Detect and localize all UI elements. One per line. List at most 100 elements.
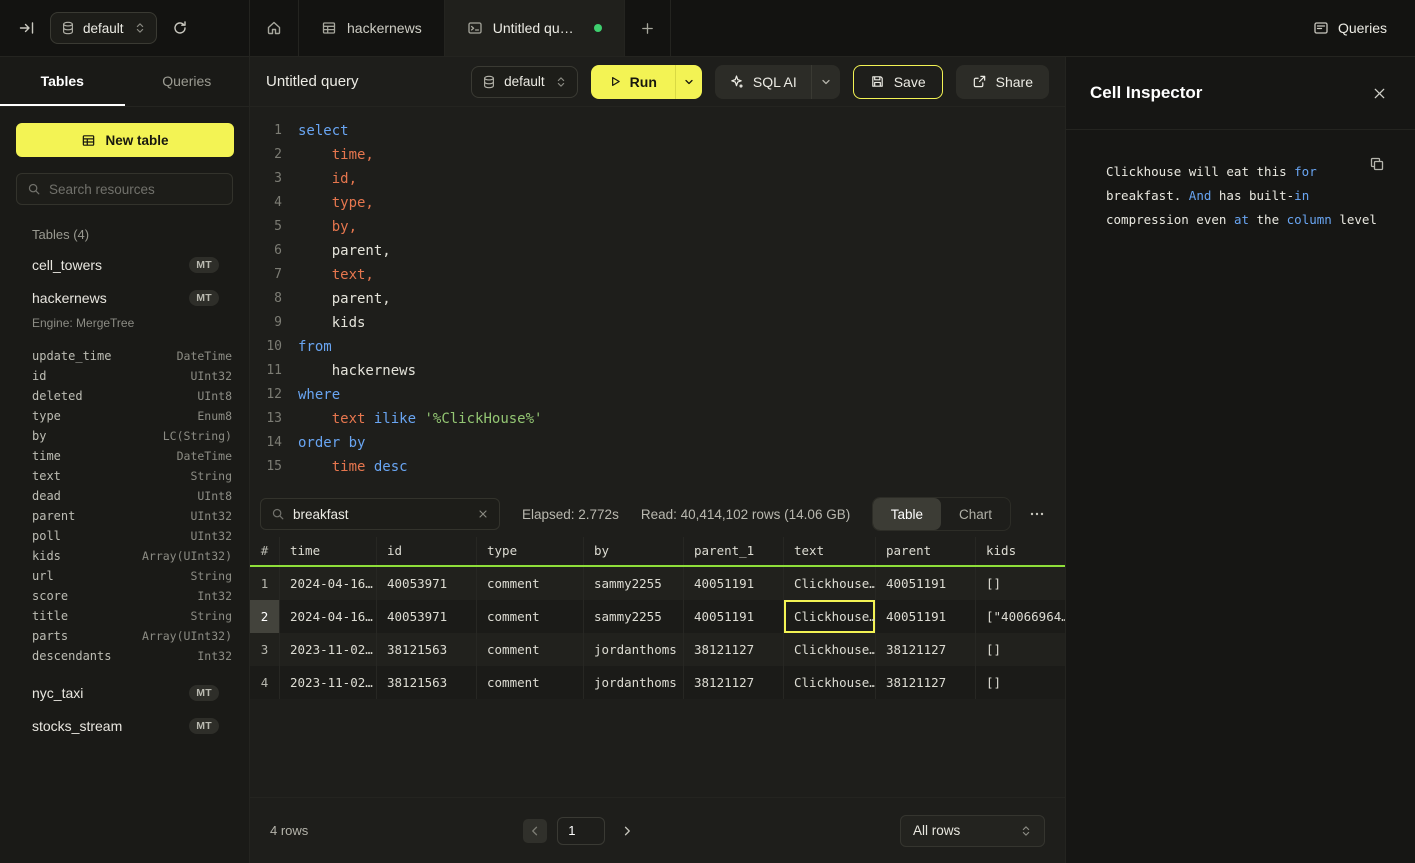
column-item[interactable]: pollUInt32 bbox=[0, 526, 249, 546]
close-inspector-button[interactable] bbox=[1365, 79, 1393, 107]
table-cell[interactable]: 2024-04-16… bbox=[280, 600, 377, 633]
run-options-button[interactable] bbox=[676, 65, 702, 99]
table-cell[interactable]: comment bbox=[477, 600, 584, 633]
sidebar-table-nyc-taxi[interactable]: nyc_taxi MT bbox=[0, 676, 249, 709]
column-item[interactable]: urlString bbox=[0, 566, 249, 586]
column-header[interactable]: parent bbox=[876, 537, 976, 565]
column-header[interactable]: kids bbox=[976, 537, 1065, 565]
column-item[interactable]: kidsArray(UInt32) bbox=[0, 546, 249, 566]
save-button[interactable]: Save bbox=[853, 65, 943, 99]
row-number[interactable]: 4 bbox=[250, 666, 280, 699]
table-cell[interactable]: 38121127 bbox=[684, 633, 784, 666]
table-cell[interactable]: 40051191 bbox=[684, 600, 784, 633]
share-button[interactable]: Share bbox=[956, 65, 1049, 99]
table-cell[interactable]: comment bbox=[477, 633, 584, 666]
refresh-button[interactable] bbox=[165, 13, 195, 43]
table-cell[interactable]: [] bbox=[976, 567, 1065, 600]
code-line[interactable]: 7 text, bbox=[258, 263, 1065, 287]
table-cell[interactable]: 40051191 bbox=[684, 567, 784, 600]
collapse-sidebar-button[interactable] bbox=[12, 13, 42, 43]
table-cell[interactable]: 40053971 bbox=[377, 567, 477, 600]
sidebar-tab-queries[interactable]: Queries bbox=[125, 57, 250, 106]
column-header[interactable]: # bbox=[250, 537, 280, 565]
page-size-selector[interactable]: All rows bbox=[900, 815, 1045, 847]
row-number[interactable]: 3 bbox=[250, 633, 280, 666]
table-cell[interactable]: 2023-11-02… bbox=[280, 633, 377, 666]
table-cell[interactable]: ["40066964… bbox=[976, 600, 1065, 633]
new-tab-button[interactable] bbox=[625, 0, 671, 56]
table-cell[interactable]: sammy2255 bbox=[584, 600, 684, 633]
table-row[interactable]: 42023-11-02…38121563commentjordanthoms38… bbox=[250, 666, 1065, 699]
table-cell[interactable]: jordanthoms bbox=[584, 666, 684, 699]
sidebar-table-hackernews[interactable]: hackernews MT bbox=[0, 281, 249, 314]
row-number[interactable]: 2 bbox=[250, 600, 280, 633]
tab-hackernews[interactable]: hackernews bbox=[299, 0, 445, 56]
column-header[interactable]: id bbox=[377, 537, 477, 565]
prev-page-button[interactable] bbox=[523, 819, 547, 843]
table-cell[interactable]: Clickhouse… bbox=[784, 567, 876, 600]
column-item[interactable]: titleString bbox=[0, 606, 249, 626]
table-cell[interactable]: 38121127 bbox=[684, 666, 784, 699]
table-cell[interactable]: comment bbox=[477, 666, 584, 699]
table-cell[interactable]: Clickhouse… bbox=[784, 600, 876, 633]
column-item[interactable]: scoreInt32 bbox=[0, 586, 249, 606]
run-button[interactable]: Run bbox=[591, 65, 676, 99]
code-line[interactable]: 1select bbox=[258, 119, 1065, 143]
new-table-button[interactable]: New table bbox=[16, 123, 234, 157]
table-cell[interactable]: [] bbox=[976, 633, 1065, 666]
query-database-selector[interactable]: default bbox=[471, 66, 578, 98]
table-cell[interactable]: 40051191 bbox=[876, 567, 976, 600]
table-cell[interactable]: 40051191 bbox=[876, 600, 976, 633]
code-line[interactable]: 9 kids bbox=[258, 311, 1065, 335]
column-header[interactable]: time bbox=[280, 537, 377, 565]
code-line[interactable]: 8 parent, bbox=[258, 287, 1065, 311]
column-item[interactable]: idUInt32 bbox=[0, 366, 249, 386]
search-resources-input[interactable] bbox=[49, 182, 222, 197]
page-number-input[interactable] bbox=[557, 817, 605, 845]
view-table-button[interactable]: Table bbox=[873, 498, 941, 530]
sql-ai-button[interactable]: SQL AI bbox=[715, 65, 812, 99]
code-line[interactable]: 14order by bbox=[258, 431, 1065, 455]
code-line[interactable]: 4 type, bbox=[258, 191, 1065, 215]
code-line[interactable]: 13 text ilike '%ClickHouse%' bbox=[258, 407, 1065, 431]
table-row[interactable]: 12024-04-16…40053971commentsammy22554005… bbox=[250, 567, 1065, 600]
column-header[interactable]: parent_1 bbox=[684, 537, 784, 565]
table-row[interactable]: 32023-11-02…38121563commentjordanthoms38… bbox=[250, 633, 1065, 666]
code-line[interactable]: 10from bbox=[258, 335, 1065, 359]
table-cell[interactable]: sammy2255 bbox=[584, 567, 684, 600]
tab-home[interactable] bbox=[250, 0, 299, 56]
column-header[interactable]: text bbox=[784, 537, 876, 565]
copy-cell-button[interactable] bbox=[1369, 156, 1385, 172]
table-row[interactable]: 22024-04-16…40053971commentsammy22554005… bbox=[250, 600, 1065, 633]
table-cell[interactable]: 2023-11-02… bbox=[280, 666, 377, 699]
table-cell[interactable]: Clickhouse… bbox=[784, 666, 876, 699]
table-cell[interactable]: 40053971 bbox=[377, 600, 477, 633]
column-item[interactable]: partsArray(UInt32) bbox=[0, 626, 249, 646]
column-item[interactable]: textString bbox=[0, 466, 249, 486]
sidebar-table-stocks-stream[interactable]: stocks_stream MT bbox=[0, 709, 249, 742]
code-line[interactable]: 3 id, bbox=[258, 167, 1065, 191]
more-options-button[interactable] bbox=[1025, 502, 1049, 526]
column-item[interactable]: update_timeDateTime bbox=[0, 346, 249, 366]
results-search-input[interactable] bbox=[293, 507, 469, 522]
table-cell[interactable]: [] bbox=[976, 666, 1065, 699]
queries-button[interactable]: Queries bbox=[1313, 20, 1387, 36]
sql-ai-options-button[interactable] bbox=[812, 65, 840, 99]
table-cell[interactable]: 38121127 bbox=[876, 633, 976, 666]
column-item[interactable]: deadUInt8 bbox=[0, 486, 249, 506]
code-line[interactable]: 15 time desc bbox=[258, 455, 1065, 479]
column-header[interactable]: type bbox=[477, 537, 584, 565]
column-item[interactable]: byLC(String) bbox=[0, 426, 249, 446]
code-line[interactable]: 11 hackernews bbox=[258, 359, 1065, 383]
code-line[interactable]: 6 parent, bbox=[258, 239, 1065, 263]
table-cell[interactable]: Clickhouse… bbox=[784, 633, 876, 666]
column-header[interactable]: by bbox=[584, 537, 684, 565]
code-line[interactable]: 12where bbox=[258, 383, 1065, 407]
next-page-button[interactable] bbox=[615, 819, 639, 843]
table-cell[interactable]: 38121563 bbox=[377, 633, 477, 666]
table-cell[interactable]: comment bbox=[477, 567, 584, 600]
column-item[interactable]: timeDateTime bbox=[0, 446, 249, 466]
sidebar-table-cell-towers[interactable]: cell_towers MT bbox=[0, 248, 249, 281]
sql-editor[interactable]: 1select2 time,3 id,4 type,5 by,6 parent,… bbox=[250, 107, 1065, 491]
sidebar-tab-tables[interactable]: Tables bbox=[0, 57, 125, 106]
